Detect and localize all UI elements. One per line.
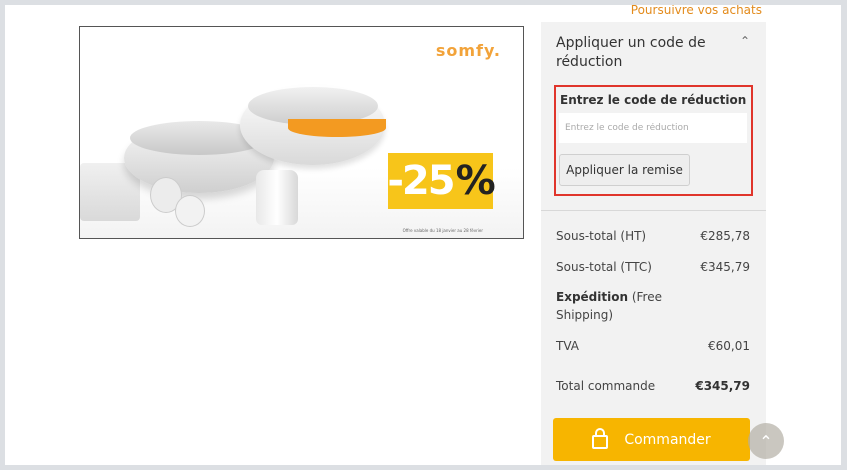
- cart-page: somfy. -25% Offre valable du 18 janvier …: [5, 5, 841, 465]
- order-total-row: Total commande €345,79: [556, 379, 750, 393]
- product-key-fob-image: [175, 195, 205, 227]
- subtotal-ht-value: €285,78: [700, 229, 750, 243]
- order-total-value: €345,79: [695, 379, 750, 393]
- tva-value: €60,01: [708, 339, 750, 353]
- shipping-row: Expédition (Free Shipping): [556, 288, 676, 324]
- subtotal-ttc-row: Sous-total (TTC) €345,79: [556, 260, 750, 274]
- checkout-button[interactable]: Commander: [553, 418, 750, 461]
- checkout-label: Commander: [624, 431, 711, 448]
- discount-badge-number: -25: [387, 158, 455, 204]
- subtotal-ttc-value: €345,79: [700, 260, 750, 274]
- tva-label: TVA: [556, 339, 579, 353]
- shipping-label: Expédition: [556, 290, 629, 304]
- banner-fine-print: Offre valable du 18 janvier au 28 févrie…: [402, 228, 483, 233]
- discount-badge: -25%: [387, 153, 496, 209]
- brand-logo: somfy.: [435, 41, 501, 60]
- discount-code-form: Entrez le code de réduction Appliquer la…: [554, 85, 753, 196]
- lock-icon: [592, 427, 609, 449]
- order-summary: Appliquer un code de réduction ⌃ Entrez …: [541, 22, 766, 465]
- discount-toggle-title[interactable]: Appliquer un code de réduction: [556, 34, 706, 72]
- order-total-label: Total commande: [556, 379, 656, 393]
- product-siren-ring: [288, 119, 386, 137]
- discount-code-label: Entrez le code de réduction: [560, 93, 747, 107]
- arrow-up-icon[interactable]: ⌃: [748, 423, 784, 459]
- discount-code-input[interactable]: [559, 113, 747, 143]
- chevron-up-icon[interactable]: ⌃: [740, 34, 750, 48]
- subtotal-ht-label: Sous-total (HT): [556, 229, 647, 243]
- tva-row: TVA €60,01: [556, 339, 750, 353]
- divider: [541, 210, 766, 211]
- discount-badge-percent: %: [455, 158, 496, 204]
- promo-banner[interactable]: somfy. -25% Offre valable du 18 janvier …: [79, 26, 524, 239]
- apply-discount-button[interactable]: Appliquer la remise: [559, 154, 690, 186]
- product-camera-image: [256, 170, 298, 225]
- subtotal-ht-row: Sous-total (HT) €285,78: [556, 229, 750, 243]
- continue-shopping-link[interactable]: Poursuivre vos achats: [631, 5, 762, 17]
- subtotal-ttc-label: Sous-total (TTC): [556, 260, 652, 274]
